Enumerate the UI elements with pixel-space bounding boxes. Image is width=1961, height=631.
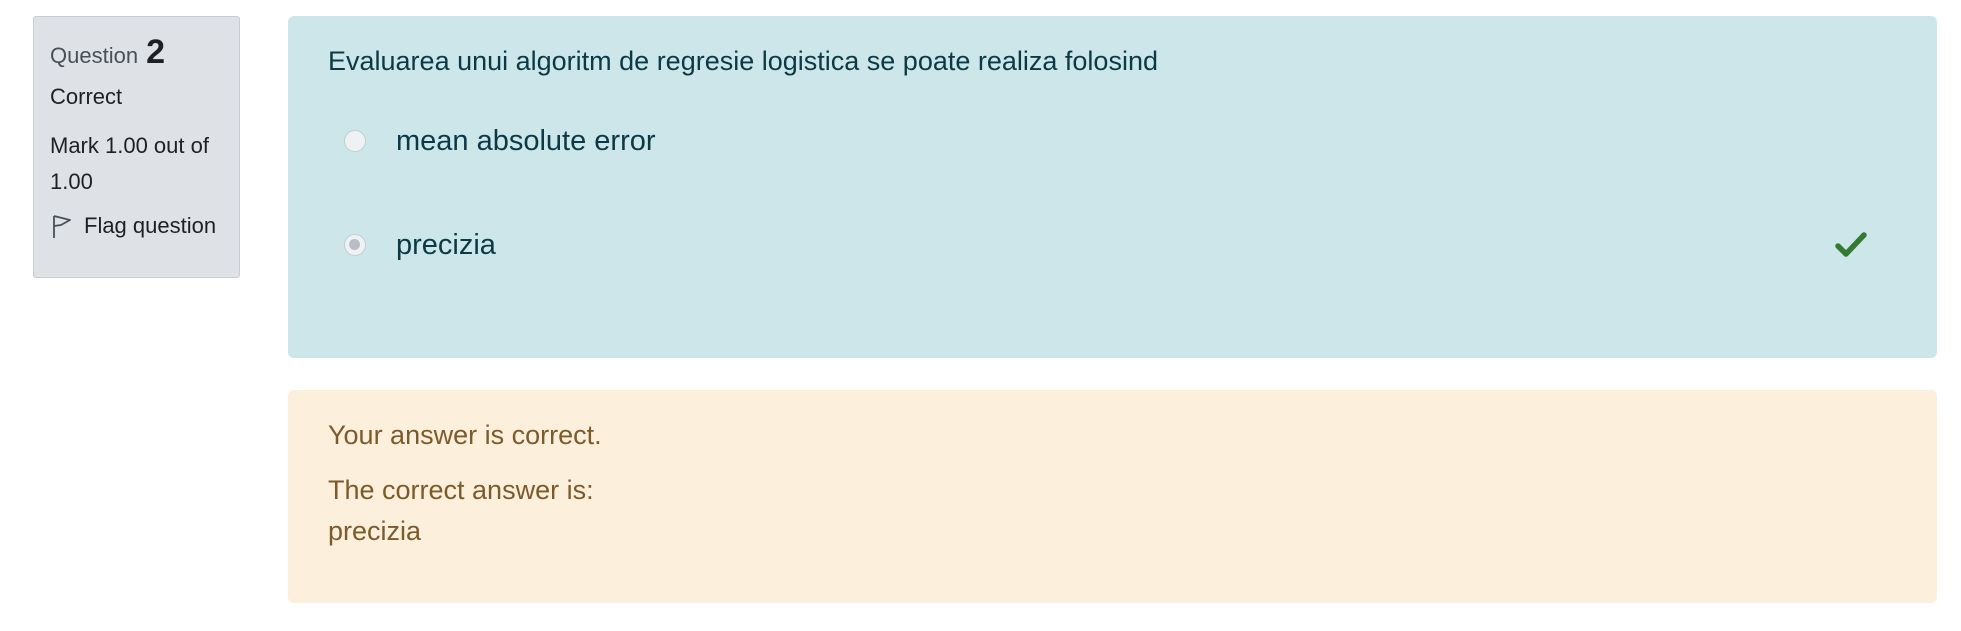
check-icon (1835, 231, 1867, 259)
question-word: Question (50, 43, 139, 68)
question-number: 2 (146, 33, 165, 71)
answer-list: mean absolute error precizia (328, 119, 1897, 287)
feedback-panel: Your answer is correct. The correct answ… (288, 390, 1937, 603)
question-content: Evaluarea unui algoritm de regresie logi… (288, 16, 1937, 358)
question-state: Correct (50, 84, 123, 109)
flag-question-label: Flag question (84, 213, 217, 238)
correct-answer: precizia (328, 516, 422, 546)
answer-radio-selected[interactable] (344, 234, 366, 256)
correct-answer-label: The correct answer is: (328, 475, 594, 505)
answer-option-correct[interactable]: precizia (328, 203, 1897, 287)
question-title: Question 2 (50, 33, 223, 72)
question-grade: Mark 1.00 out of 1.00 (50, 133, 209, 194)
question-info-panel: Question 2 Correct Mark 1.00 out of 1.00… (33, 16, 240, 278)
answer-label: mean absolute error (396, 124, 656, 157)
feedback-result: Your answer is correct. (328, 420, 602, 450)
question-text: Evaluarea unui algoritm de regresie logi… (328, 46, 1158, 76)
answer-option[interactable]: mean absolute error (328, 119, 1897, 163)
flag-icon (50, 212, 74, 240)
answer-label: precizia (396, 228, 496, 261)
answer-radio[interactable] (344, 130, 366, 152)
flag-question-link[interactable]: Flag question (50, 212, 223, 240)
